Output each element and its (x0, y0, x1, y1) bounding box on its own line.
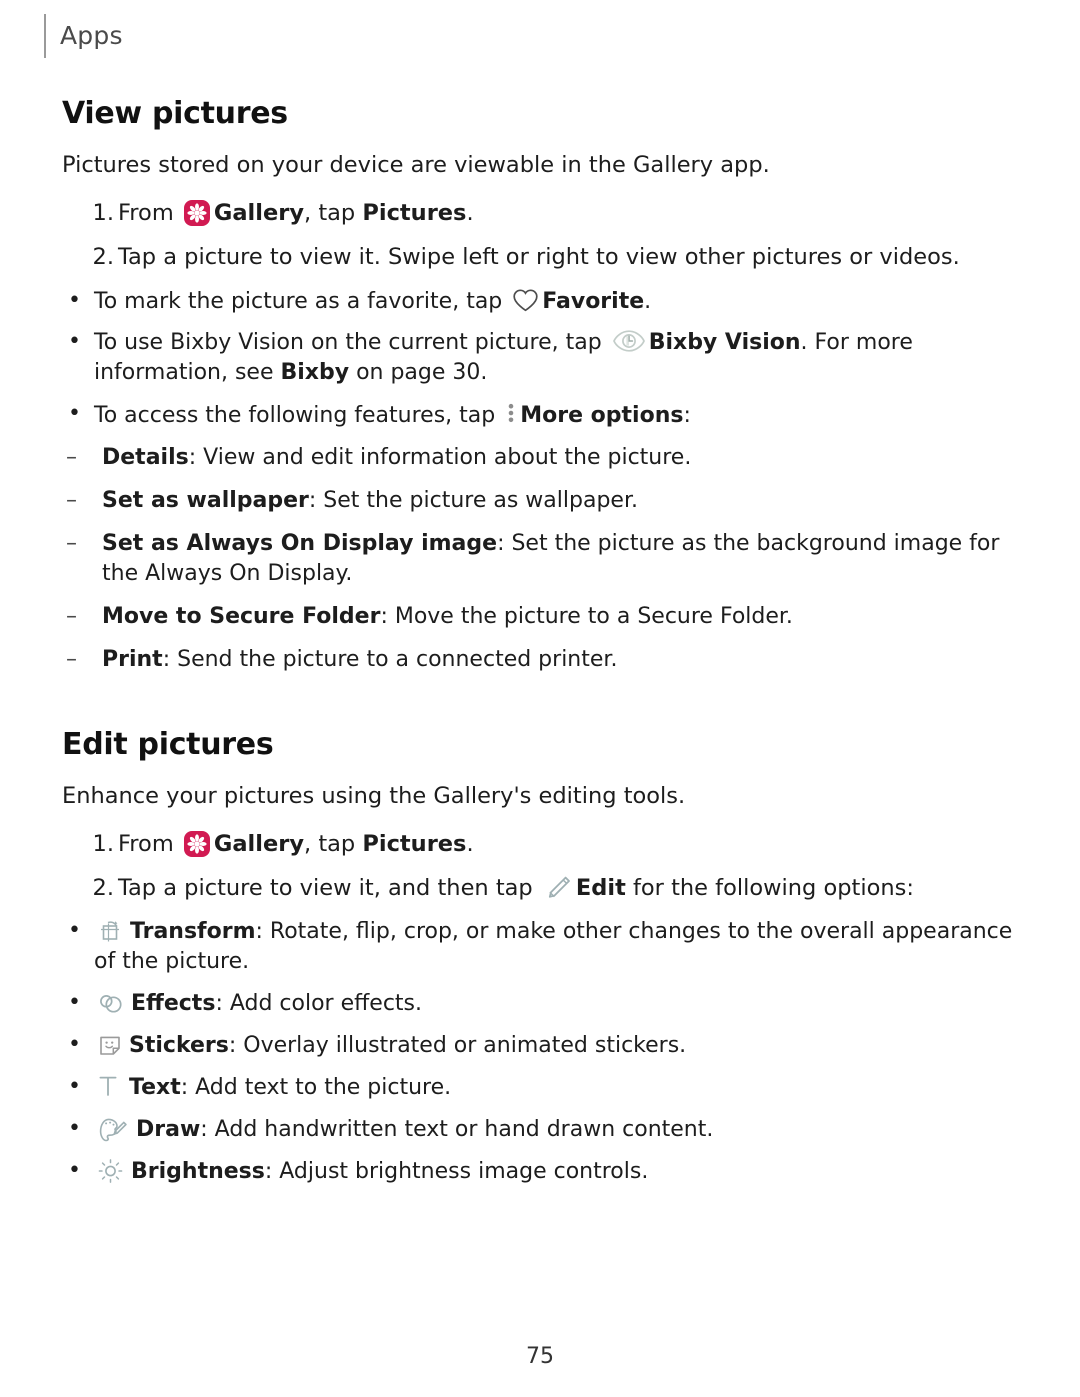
step-text-before-icon: Tap a picture to view it, and then tap (118, 874, 540, 901)
tool-term: Text (129, 1074, 181, 1100)
tool-description: : Add color effects. (215, 990, 422, 1016)
tool-term: Draw (136, 1116, 201, 1142)
list-item: Print: Send the picture to a connected p… (62, 645, 1018, 675)
text-icon[interactable] (98, 1073, 118, 1099)
option-description: : View and edit information about the pi… (188, 445, 692, 471)
tool-term: Transform (130, 919, 256, 945)
list-item: To access the following features, tap Mo… (62, 399, 1018, 431)
step-text-before-icon: From (118, 830, 181, 857)
list-item: Transform: Rotate, flip, crop, or make o… (62, 916, 1018, 977)
stickers-icon[interactable] (97, 1032, 123, 1058)
bullet-list-view-options: To mark the picture as a favorite, tap F… (62, 286, 1018, 432)
bullet-text-end: . (644, 288, 652, 314)
step-number: 1. (92, 830, 114, 857)
bullet-text-before-icon: To use Bixby Vision on the current pictu… (94, 330, 609, 356)
draw-icon[interactable] (97, 1116, 127, 1143)
bullet-label: Bixby Vision (648, 330, 801, 356)
more-options-icon[interactable] (505, 400, 517, 426)
list-item: Move to Secure Folder: Move the picture … (62, 602, 1018, 632)
option-term: Details (102, 445, 189, 471)
gallery-icon[interactable] (183, 200, 210, 227)
steps-list-view-pictures: 1. From Gallery, tap Pictures. 2. Tap a … (62, 198, 1018, 272)
step-text-before-icon: From (118, 200, 181, 227)
page-number: 75 (526, 1344, 554, 1369)
bullet-text-before-icon: To mark the picture as a favorite, tap (94, 288, 510, 314)
bullet-text-before-icon: To access the following features, tap (94, 403, 503, 429)
step-item: 1. From Gallery, tap Pictures. (62, 198, 1018, 228)
tool-term: Effects (131, 990, 216, 1016)
bullet-label: More options (520, 403, 684, 429)
list-item: To use Bixby Vision on the current pictu… (62, 327, 1018, 388)
tool-description: : Add handwritten text or hand drawn con… (200, 1116, 714, 1142)
bullet-text-end: on page 30. (349, 360, 488, 386)
step-target-label: Pictures (362, 830, 467, 857)
section-intro-view-pictures: Pictures stored on your device are viewa… (62, 152, 770, 178)
list-item: Effects: Add color effects. (62, 988, 1018, 1019)
gallery-icon[interactable] (183, 830, 210, 857)
step-text-mid: , tap (304, 200, 363, 227)
section-intro-edit-pictures: Enhance your pictures using the Gallery'… (62, 782, 686, 809)
option-description: : Set the picture as wallpaper. (308, 488, 638, 514)
list-item: To mark the picture as a favorite, tap F… (62, 286, 1018, 317)
bullet-label: Favorite (542, 288, 645, 314)
bixby-vision-icon[interactable] (612, 328, 646, 354)
step-label: Edit (575, 874, 626, 901)
header-divider-rule (44, 14, 46, 58)
step-text-end: . (466, 830, 474, 857)
option-term: Set as Always On Display image (102, 530, 498, 556)
list-item: Draw: Add handwritten text or hand drawn… (62, 1114, 1018, 1145)
step-item: 2. Tap a picture to view it. Swipe left … (62, 242, 1018, 272)
list-item: Text: Add text to the picture. (62, 1072, 1018, 1103)
section-title-edit-pictures: Edit pictures (62, 726, 274, 762)
tool-description: : Add text to the picture. (180, 1074, 452, 1100)
tool-term: Brightness (131, 1158, 265, 1184)
edit-pencil-icon[interactable] (543, 874, 573, 902)
tool-description: : Adjust brightness image controls. (264, 1158, 649, 1184)
dash-list-more-options: Details: View and edit information about… (62, 443, 1018, 674)
brightness-icon[interactable] (97, 1158, 124, 1184)
bullet-cross-reference: Bixby (280, 360, 350, 386)
step-target-label: Pictures (362, 200, 467, 227)
step-app-name: Gallery (213, 830, 305, 857)
option-term: Print (102, 646, 163, 672)
step-text-end: . (466, 200, 474, 227)
heart-icon[interactable] (512, 288, 539, 313)
bullet-text-end: : (683, 403, 691, 429)
step-number: 1. (92, 200, 114, 227)
header-chapter-label: Apps (60, 21, 123, 50)
step-text: Tap a picture to view it. Swipe left or … (118, 244, 960, 271)
step-number: 2. (92, 244, 114, 271)
step-number: 2. (92, 874, 114, 901)
page-content: View pictures Pictures stored on your de… (62, 96, 1018, 1198)
option-term: Move to Secure Folder (102, 603, 381, 629)
page-title: View pictures (62, 96, 288, 131)
step-item: 1. From Gallery, tap Pictures. (62, 829, 1018, 859)
option-term: Set as wallpaper (102, 488, 309, 514)
list-item: Set as Always On Display image: Set the … (62, 529, 1018, 589)
list-item: Stickers: Overlay illustrated or animate… (62, 1030, 1018, 1061)
step-app-name: Gallery (213, 200, 305, 227)
step-text-end: for the following options: (625, 874, 914, 901)
list-item: Brightness: Adjust brightness image cont… (62, 1156, 1018, 1187)
tool-description: : Overlay illustrated or animated sticke… (228, 1032, 687, 1058)
transform-icon[interactable] (97, 918, 123, 944)
option-description: : Send the picture to a connected printe… (162, 646, 618, 672)
list-item: Set as wallpaper: Set the picture as wal… (62, 486, 1018, 516)
running-header: Apps (44, 14, 123, 58)
step-item: 2. Tap a picture to view it, and then ta… (62, 873, 1018, 903)
tool-term: Stickers (129, 1032, 229, 1058)
bullet-list-edit-tools: Transform: Rotate, flip, crop, or make o… (62, 916, 1018, 1187)
effects-icon[interactable] (97, 990, 124, 1016)
steps-list-edit-pictures: 1. From Gallery, tap Pictures. 2. Tap a … (62, 829, 1018, 903)
step-text-mid: , tap (304, 830, 363, 857)
option-description: : Move the picture to a Secure Folder. (380, 603, 793, 629)
list-item: Details: View and edit information about… (62, 443, 1018, 473)
